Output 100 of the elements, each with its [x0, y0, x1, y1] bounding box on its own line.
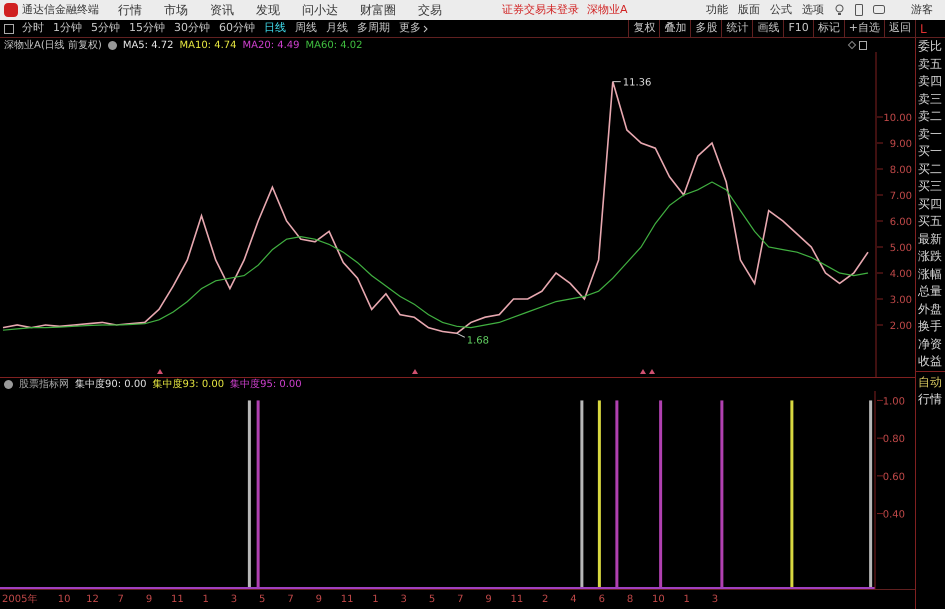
- side-tab[interactable]: 买二: [916, 160, 945, 178]
- side-tab[interactable]: 买四: [916, 196, 945, 213]
- side-tab[interactable]: 买五: [916, 213, 945, 230]
- side-tab[interactable]: 行情: [916, 391, 945, 408]
- event-marker-icon: [412, 369, 418, 374]
- side-tab[interactable]: 卖四: [916, 73, 945, 90]
- more-button[interactable]: 更多: [399, 20, 428, 37]
- price-tick-label: 4.00: [890, 269, 912, 280]
- side-tab[interactable]: 最新: [916, 230, 945, 248]
- login-status: 证券交易未登录: [502, 2, 579, 18]
- leader-line: [612, 81, 622, 82]
- side-tab[interactable]: 外盘: [916, 300, 945, 318]
- side-tab[interactable]: 换手: [916, 318, 945, 336]
- time-axis-label: 12: [85, 592, 100, 606]
- time-axis-label: 1: [201, 592, 210, 606]
- menu-item[interactable]: 行情: [118, 1, 142, 19]
- price-tick-label: 2.00: [890, 321, 912, 332]
- menu-item[interactable]: 选项: [802, 2, 824, 18]
- toolbar-button[interactable]: 返回: [884, 20, 915, 37]
- side-tab[interactable]: 卖三: [916, 90, 945, 108]
- app-title: 通达信金融终端: [22, 2, 100, 18]
- user-button[interactable]: 游客: [911, 2, 933, 18]
- indicator-value: MA60: 4.02: [306, 38, 363, 52]
- event-marker-icon: [649, 369, 655, 374]
- menu-item[interactable]: 交易: [418, 1, 442, 19]
- period-tab[interactable]: 多周期: [357, 20, 390, 37]
- toolbar-button[interactable]: 多股: [690, 20, 722, 37]
- side-tab[interactable]: 涨幅: [916, 266, 945, 283]
- chart-title: 深物业A(日线 前复权): [4, 38, 102, 52]
- period-tab[interactable]: 60分钟: [219, 20, 255, 37]
- time-axis-label: 10: [651, 592, 666, 606]
- event-marker-icon: [640, 369, 646, 374]
- toolbar-button[interactable]: 画线: [752, 20, 784, 37]
- side-tab[interactable]: 买一: [916, 143, 945, 160]
- period-tab[interactable]: 分时: [22, 20, 44, 37]
- period-tab[interactable]: 15分钟: [129, 20, 165, 37]
- time-axis-label: 6: [598, 592, 606, 606]
- indicator-title: 股票指标网: [19, 378, 69, 392]
- time-axis-label: 9: [484, 592, 493, 606]
- period-tab[interactable]: 1分钟: [53, 20, 82, 37]
- side-tab[interactable]: 买三: [916, 178, 945, 196]
- time-axis-label: 3: [400, 592, 408, 606]
- side-tab[interactable]: 自动: [916, 374, 945, 391]
- time-axis-label: 11: [510, 592, 524, 606]
- side-tab[interactable]: 卖二: [916, 108, 945, 126]
- toolbar-button[interactable]: 叠加: [659, 20, 690, 37]
- price-tick-label: 6.00: [890, 217, 912, 228]
- indicator-tick-label: 0.80: [882, 434, 905, 446]
- menu-item[interactable]: 问小达: [302, 1, 338, 19]
- phone-icon[interactable]: [855, 4, 863, 16]
- price-tick-label: 10.00: [883, 113, 912, 124]
- menu-item[interactable]: 功能: [706, 2, 728, 18]
- toolbar-button[interactable]: +自选: [844, 20, 884, 37]
- time-axis-label: 11: [340, 592, 354, 606]
- indicator-tick-label: 1.00: [882, 396, 905, 408]
- time-axis-label: 11: [170, 592, 185, 606]
- indicator-value: MA20: 4.49: [242, 38, 300, 52]
- side-tab[interactable]: 总量: [916, 283, 945, 300]
- period-tab[interactable]: 5分钟: [91, 20, 120, 37]
- side-tab[interactable]: 净资: [916, 336, 945, 353]
- side-tab[interactable]: 委比: [916, 38, 945, 56]
- time-axis-label: 2: [541, 592, 550, 606]
- side-tab[interactable]: 收益: [916, 353, 945, 370]
- price-tick-label: 9.00: [890, 139, 912, 150]
- layout-icon[interactable]: [4, 24, 14, 34]
- side-tab[interactable]: 涨跌: [916, 248, 945, 266]
- side-tab[interactable]: 卖一: [916, 126, 945, 143]
- period-tab[interactable]: 30分钟: [174, 20, 210, 37]
- period-tab[interactable]: 周线: [295, 20, 317, 37]
- period-tab[interactable]: 月线: [326, 20, 348, 37]
- time-axis-label: 2005年: [1, 592, 38, 606]
- stock-name: 深物业A: [587, 2, 628, 18]
- indicator-value: 集中度95: 0.00: [230, 378, 302, 392]
- menu-item[interactable]: 市场: [164, 1, 188, 19]
- time-axis-label: 8: [626, 592, 634, 606]
- toolbar-button[interactable]: F10: [783, 20, 813, 37]
- event-marker-icon: [157, 369, 163, 374]
- chevron-right-icon: [423, 24, 428, 32]
- price-tick-label: 7.00: [890, 191, 912, 202]
- time-axis-label: 3: [230, 592, 238, 606]
- lightbulb-icon[interactable]: [834, 4, 845, 16]
- menu-item[interactable]: 版面: [738, 2, 760, 18]
- time-axis-label: 4: [569, 592, 578, 606]
- time-axis-label: 3: [710, 592, 720, 606]
- message-icon[interactable]: [873, 5, 885, 15]
- menu-item[interactable]: 财富圈: [360, 1, 396, 19]
- time-axis-label: 9: [144, 592, 154, 606]
- menu-item[interactable]: 资讯: [210, 1, 234, 19]
- side-tab[interactable]: 卖五: [916, 56, 945, 73]
- menu-item[interactable]: 发现: [256, 1, 280, 19]
- toolbar-button[interactable]: 标记: [812, 20, 844, 37]
- indicator-value: 集中度90: 0.00: [75, 378, 147, 392]
- menu-item[interactable]: 公式: [770, 2, 792, 18]
- time-axis-label: 5: [258, 592, 266, 606]
- period-tab[interactable]: 日线: [264, 20, 286, 37]
- toolbar-button[interactable]: 统计: [721, 20, 752, 37]
- toolbar-button[interactable]: 复权: [628, 20, 660, 37]
- indicator-tick-label: 0.40: [882, 510, 905, 521]
- panel-icon[interactable]: [859, 40, 867, 50]
- indicator-value: 集中度93: 0.00: [152, 378, 224, 392]
